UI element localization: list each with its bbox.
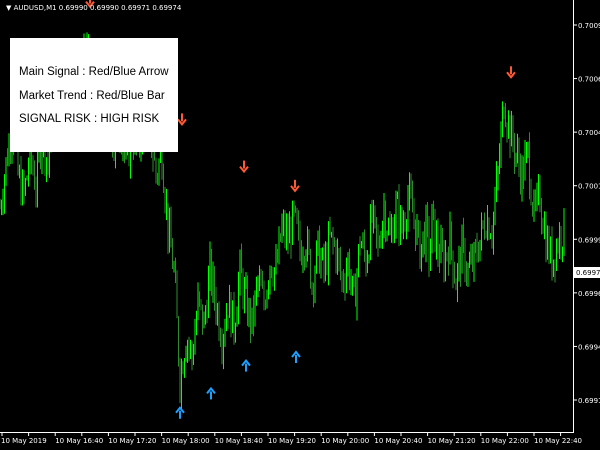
panel-row-signal-risk: SIGNAL RISK : HIGH RISK	[19, 113, 160, 125]
sell-arrow-icon	[290, 179, 300, 193]
buy-arrow-icon	[291, 350, 301, 363]
sell-arrow-icon	[177, 113, 187, 127]
time-tick-label: 10 May 18:40	[215, 437, 263, 445]
sell-arrow-icon	[239, 160, 249, 174]
time-axis-labels: 10 May 201910 May 16:2010 May 16:4010 Ma…	[1, 432, 582, 445]
price-tick-label: 0.69915	[578, 397, 600, 405]
current-price-label: 0.69974	[576, 269, 600, 277]
time-tick-label: 10 May 16:40	[55, 437, 103, 445]
time-tick-label: 10 May 19:20	[268, 437, 316, 445]
price-tick-label: 0.70040	[578, 129, 600, 137]
buy-arrow-icon	[175, 406, 185, 419]
price-tick-label: 0.69990	[578, 236, 600, 244]
time-tick-label: 10 May 21:20	[428, 437, 476, 445]
buy-arrow-icon	[206, 386, 216, 400]
price-tick-label: 0.70090	[578, 22, 600, 30]
buy-arrow-icon	[241, 358, 251, 372]
time-tick-label: 10 May 20:40	[374, 437, 422, 445]
info-panel: BINARY POWER BOT Main Signal : Red/Blue …	[10, 18, 179, 152]
time-tick-label: 10 May 17:20	[108, 437, 156, 445]
panel-title: BINARY POWER BOT	[48, 18, 179, 33]
panel-row-market-trend: Market Trend : Red/Blue Bar	[19, 90, 165, 102]
current-price-marker: 0.69974	[574, 267, 600, 278]
price-tick-label: 0.69940	[578, 343, 600, 351]
time-tick-label: 10 May 2019	[1, 437, 47, 445]
time-tick-label: 10 May 20:00	[321, 437, 369, 445]
symbol-header: ▼ AUDUSD,M1 0.69990 0.69990 0.69971 0.69…	[6, 4, 182, 12]
price-tick-label: 0.69965	[578, 290, 600, 298]
time-tick-label: 10 May 22:40	[534, 437, 582, 445]
sell-arrow-icon	[506, 66, 516, 79]
panel-row-main-signal: Main Signal : Red/Blue Arrow	[19, 66, 169, 78]
price-tick-label: 0.70015	[578, 183, 600, 191]
time-tick-label: 10 May 22:00	[481, 437, 529, 445]
price-tick-label: 0.70065	[578, 76, 600, 84]
price-axis-labels: 0.70090 0.70065 0.70040 0.70015 0.69990 0.699…	[573, 22, 600, 405]
time-tick-label: 10 May 18:00	[162, 437, 210, 445]
